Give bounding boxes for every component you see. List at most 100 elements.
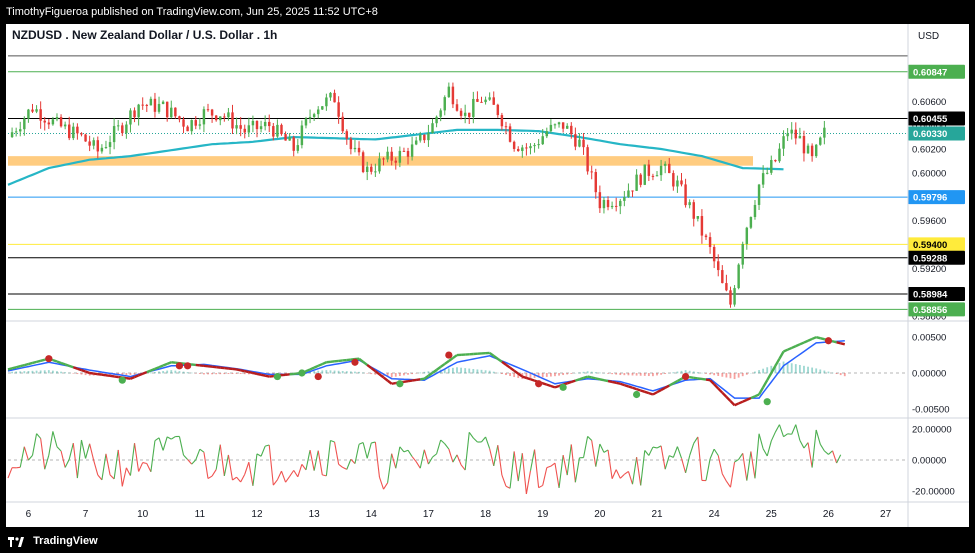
macd-line-segment [36,359,41,364]
oscillator-segment [660,445,666,470]
candle-body [382,158,385,160]
currency-label: USD [918,31,939,42]
candle-body [390,151,393,161]
macd-histogram-bar [696,372,699,374]
macd-histogram-bar [227,373,230,375]
candle-body [292,137,295,151]
macd-line-segment [146,369,152,374]
macd-line-segment [150,367,156,372]
oscillator-segment [680,458,687,474]
candle-body [623,197,626,201]
macd-histogram-bar [664,373,667,375]
oscillator-segment [554,462,560,489]
time-tick-label: 26 [823,509,835,520]
oscillator-segment [432,453,437,458]
candle-body [676,180,679,187]
oscillator-tick-label: 20.00000 [912,425,952,436]
oscillator-segment [689,443,695,456]
macd-line-segment [803,339,809,344]
candle-body [806,145,810,154]
oscillator-segment [411,456,417,463]
oscillator-segment [195,449,201,461]
macd-line-segment [317,362,323,367]
candle-body [480,101,483,103]
macd-histogram-bar [578,372,581,374]
oscillator-segment [824,450,829,455]
macd-histogram-bar [174,370,177,374]
oscillator-segment [631,457,638,485]
oscillator-segment [754,433,760,479]
macd-line-segment [783,348,789,353]
oscillator-segment [133,443,140,472]
candle-body [802,136,806,154]
candle-body [672,173,675,187]
oscillator-segment [783,433,788,438]
candle-body [582,139,585,148]
chart-svg[interactable]: 0.606000.604000.602000.600000.596000.592… [6,24,969,527]
candle-body [619,200,622,207]
macd-line-segment [126,376,131,380]
macd-histogram-bar [333,370,336,374]
candle-body [712,246,716,262]
macd-histogram-bar [149,372,152,374]
candle-body [31,109,34,112]
publish-info: TimothyFigueroa published on TradingView… [6,6,378,18]
candle-body [692,202,695,219]
macd-histogram-bar [762,368,765,374]
macd-line-segment [24,362,29,367]
candle-body [116,125,120,127]
macd-histogram-bar [23,371,26,374]
oscillator-segment [599,443,605,453]
oscillator-segment [387,453,393,483]
macd-histogram-bar [358,371,360,374]
candle-body [112,126,116,143]
oscillator-segment [517,453,523,482]
macd-histogram-bar [627,373,630,376]
oscillator-segment [297,464,303,477]
macd-histogram-bar [235,373,238,374]
candle-body [770,160,773,173]
oscillator-segment [146,463,152,473]
candle-body [219,116,222,121]
macd-line-segment [570,379,576,384]
candle-body [447,86,451,98]
candle-body [137,104,140,118]
candle-body [774,160,777,162]
candle-body [717,261,720,271]
macd-line-segment [64,363,70,367]
macd-histogram-bar [586,371,589,374]
macd-histogram-bar [472,368,475,374]
macd-line-segment [836,341,841,345]
macd-histogram-bar [223,373,226,375]
macd-histogram-bar [558,373,560,376]
macd-histogram-bar [207,373,209,375]
candle-body [349,138,353,150]
macd-line-segment [668,382,674,387]
oscillator-segment [509,451,515,489]
oscillator-segment [652,446,658,449]
oscillator-segment [317,450,323,475]
macd-histogram-bar [835,373,838,375]
chart-area[interactable]: 0.60600 0.60400 0.60200 0.60000 0.59600 0.592… [6,24,969,527]
candle-body [549,124,553,132]
oscillator-segment [627,471,634,485]
time-tick-label: 18 [480,509,492,520]
macd-histogram-bar [607,373,609,374]
macd-histogram-bar [615,373,618,375]
candle-body [239,125,242,129]
macd-line-segment [7,367,13,371]
macd-histogram-bar [76,373,79,375]
macd-pane: 0.00500 0.00000 -0.00500 [7,333,950,415]
macd-line-segment [40,358,46,362]
macd-line-segment [252,371,258,376]
macd-line-segment [264,374,270,378]
candle-body [361,152,365,173]
oscillator-segment [64,459,70,468]
macd-line-segment [142,371,148,375]
macd-histogram-bar [11,371,13,374]
macd-histogram-bar [729,373,732,379]
macd-line-segment [497,357,503,363]
macd-line-segment [101,373,107,377]
candle-body [125,124,128,134]
oscillator-segment [7,467,13,479]
